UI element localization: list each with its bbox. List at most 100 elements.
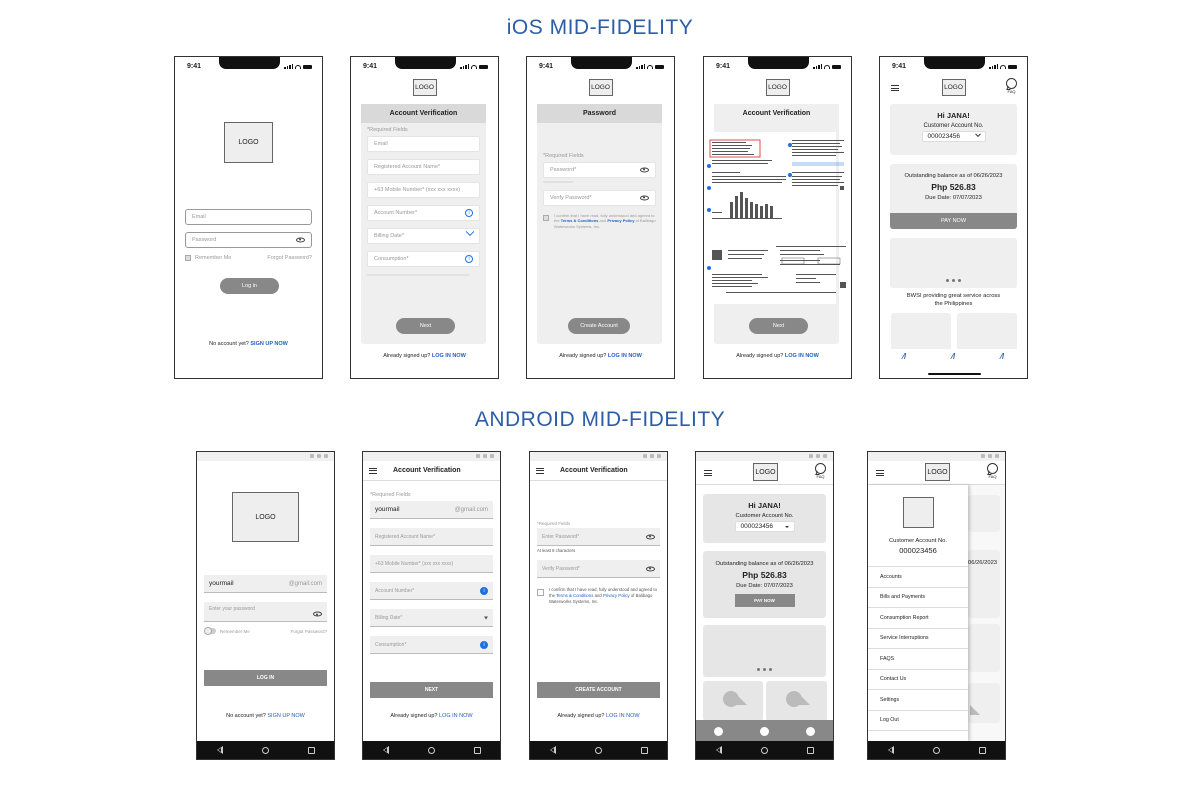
menu-icon[interactable] <box>891 85 899 91</box>
account-select[interactable]: 000023456 <box>734 521 795 532</box>
home-icon[interactable] <box>594 746 602 754</box>
eye-icon[interactable] <box>646 566 655 571</box>
mobile-field[interactable]: +63 Mobile Number* (xxx xxx xxxx) <box>370 555 493 573</box>
back-icon[interactable] <box>216 746 223 754</box>
info-icon[interactable]: i <box>480 586 488 595</box>
password-field[interactable]: Enter your password <box>204 602 327 622</box>
mobile-field[interactable]: +63 Mobile Number* (xxx xxx xxxx) <box>367 182 480 198</box>
password-field[interactable]: Password* <box>543 162 656 178</box>
create-account-button[interactable]: Create Account <box>568 318 630 334</box>
terms-link[interactable]: Terms & Conditions <box>556 593 593 598</box>
signup-link[interactable]: SIGN UP NOW <box>250 341 288 347</box>
back-icon[interactable] <box>382 746 389 754</box>
tab-icon[interactable] <box>805 727 815 736</box>
terms-link[interactable]: Terms & Conditions <box>561 218 599 223</box>
menu-icon[interactable] <box>704 470 712 476</box>
home-icon[interactable] <box>760 746 768 754</box>
faq-button[interactable]: FAQ <box>987 463 998 479</box>
faq-button[interactable]: FAQ <box>815 463 826 479</box>
create-account-button[interactable]: CREATE ACCOUNT <box>537 682 660 698</box>
recents-icon[interactable] <box>473 746 481 754</box>
drawer-item-consumption-report[interactable]: Consumption Report <box>868 608 968 629</box>
eye-icon[interactable] <box>640 195 649 201</box>
pay-now-button[interactable]: PAY NOW <box>890 213 1017 229</box>
tab-icon[interactable] <box>714 727 724 736</box>
email-field[interactable]: Email <box>185 209 312 225</box>
next-button[interactable]: Next <box>396 318 455 334</box>
account-select[interactable]: 000023456 <box>921 130 986 142</box>
back-icon[interactable] <box>549 746 556 754</box>
back-icon[interactable] <box>715 746 722 754</box>
promo-card[interactable] <box>766 681 827 721</box>
billing-date-field[interactable]: Billing Date* <box>370 609 493 627</box>
verify-password-field[interactable]: Verify Password* <box>543 190 656 206</box>
back-icon[interactable] <box>887 746 894 754</box>
recents-icon[interactable] <box>307 746 315 754</box>
eye-icon[interactable] <box>640 167 649 173</box>
drawer-item-bills-and-payments[interactable]: Bills and Payments <box>868 588 968 608</box>
tab-icon[interactable] <box>759 727 769 736</box>
carousel-banner[interactable] <box>890 238 1017 288</box>
menu-icon[interactable] <box>369 467 377 474</box>
eye-icon[interactable] <box>296 237 305 243</box>
signup-link[interactable]: SIGN UP NOW <box>267 713 305 719</box>
account-name-field[interactable]: Registered Account Name* <box>367 159 480 175</box>
drawer-item-settings[interactable]: Settings <box>868 690 968 711</box>
eye-icon[interactable] <box>313 611 322 617</box>
privacy-link[interactable]: Privacy Policy <box>607 218 634 223</box>
email-field[interactable]: Email <box>367 136 480 152</box>
terms-checkbox[interactable] <box>537 589 544 596</box>
tab-icon[interactable]: ⁄︎/ <box>1001 352 1005 361</box>
consumption-field[interactable]: Consumption* i <box>367 251 480 267</box>
promo-card[interactable] <box>891 313 951 353</box>
account-number-field[interactable]: Account Number* i <box>367 205 480 221</box>
promo-card[interactable] <box>957 313 1017 353</box>
promo-card[interactable] <box>703 681 763 721</box>
info-icon[interactable]: i <box>465 209 473 217</box>
dropdown-arrow-icon[interactable] <box>484 616 488 619</box>
drawer-item-service-interruptions[interactable]: Service Interruptions <box>868 629 968 649</box>
login-link[interactable]: LOG IN NOW <box>439 713 473 719</box>
home-icon[interactable] <box>932 746 940 754</box>
drawer-item-accounts[interactable]: Accounts <box>868 567 968 588</box>
next-button[interactable]: Next <box>749 318 808 334</box>
account-name-field[interactable]: Registered Account Name* <box>370 528 493 546</box>
login-button[interactable]: Log in <box>220 278 279 294</box>
consumption-field[interactable]: Consumption* i <box>370 636 493 654</box>
menu-icon[interactable] <box>876 470 884 476</box>
login-link[interactable]: LOG IN NOW <box>432 353 466 359</box>
home-icon[interactable] <box>427 746 435 754</box>
login-link[interactable]: LOG IN NOW <box>606 713 640 719</box>
pay-now-button[interactable]: PAY NOW <box>734 594 795 607</box>
tab-icon[interactable]: ⁄︎/ <box>952 352 956 361</box>
login-link[interactable]: LOG IN NOW <box>608 353 642 359</box>
terms-checkbox[interactable] <box>543 215 549 221</box>
tab-icon[interactable]: ⁄︎/ <box>903 352 907 361</box>
account-number-field[interactable]: Account Number* i <box>370 582 493 600</box>
email-field[interactable]: yourmail @gmail.com <box>370 501 493 519</box>
email-field[interactable]: yourmail @gmail.com <box>204 575 327 593</box>
forgot-password-link[interactable]: Forgot Password? <box>290 629 327 634</box>
info-icon[interactable]: i <box>480 640 488 649</box>
privacy-link[interactable]: Privacy Policy <box>603 593 630 598</box>
drawer-item-faqs[interactable]: FAQS <box>868 649 968 670</box>
recents-icon[interactable] <box>806 746 814 754</box>
verify-password-field[interactable]: Verify Password* <box>537 560 660 578</box>
forgot-password-link[interactable]: Forgot Password? <box>267 255 312 261</box>
faq-button[interactable]: FAQ <box>1006 78 1017 94</box>
password-field[interactable]: Enter Password* <box>537 528 660 546</box>
recents-icon[interactable] <box>640 746 648 754</box>
info-icon[interactable]: i <box>465 255 473 263</box>
carousel-banner[interactable] <box>703 625 826 677</box>
drawer-item-log-out[interactable]: Log Out <box>868 711 968 731</box>
chevron-down-icon[interactable] <box>465 227 475 237</box>
home-icon[interactable] <box>261 746 269 754</box>
recents-icon[interactable] <box>978 746 986 754</box>
next-button[interactable]: NEXT <box>370 682 493 698</box>
menu-icon[interactable] <box>536 467 544 474</box>
drawer-item-contact-us[interactable]: Contact Us <box>868 670 968 690</box>
remember-toggle[interactable] <box>204 627 216 635</box>
password-field[interactable]: Password <box>185 232 312 248</box>
login-link[interactable]: LOG IN NOW <box>785 353 819 359</box>
login-button[interactable]: LOG IN <box>204 670 327 686</box>
